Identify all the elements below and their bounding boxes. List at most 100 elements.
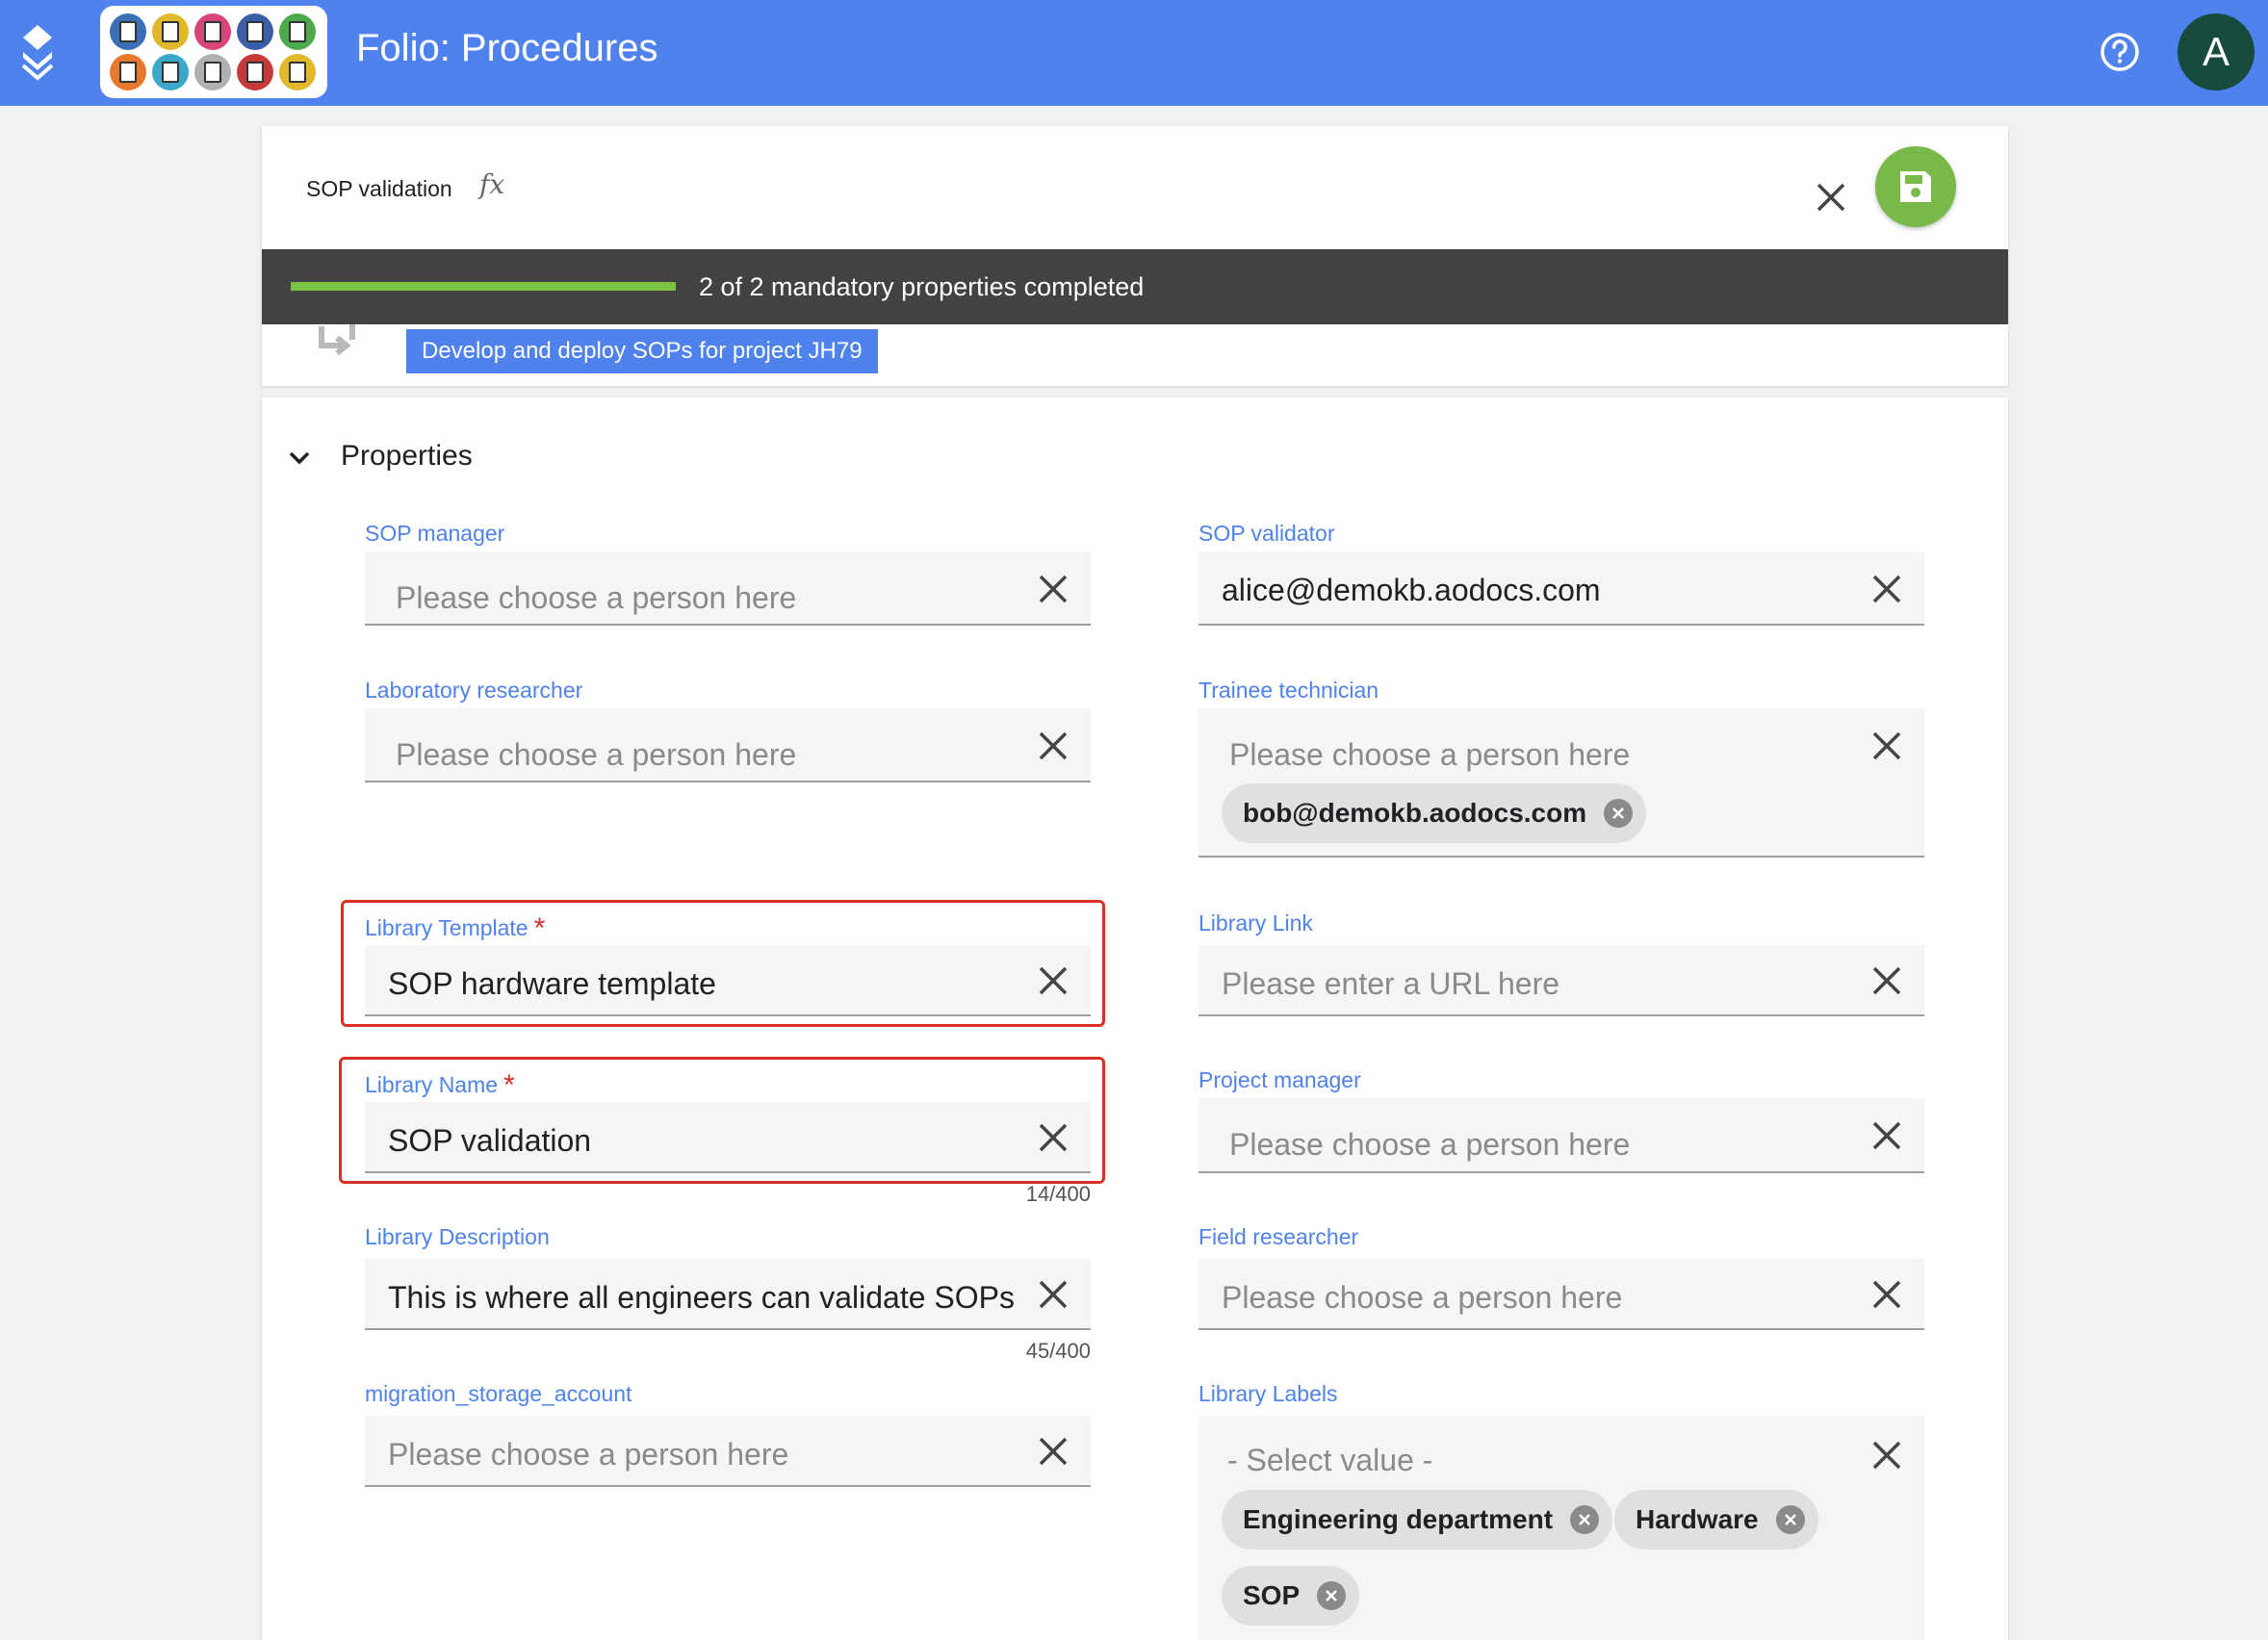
workflow-icon — [319, 324, 355, 356]
properties-card: Properties SOP manager Please choose a p… — [262, 397, 2008, 1640]
library-tile-icon — [110, 54, 146, 90]
person-input[interactable]: Please choose a person here — [1198, 1259, 1924, 1330]
field-label: SOP manager — [365, 521, 505, 546]
field-label: Library Description — [365, 1224, 550, 1249]
required-marker: * — [533, 912, 546, 944]
clear-icon[interactable] — [1870, 1119, 1903, 1152]
chip-label: bob@demokb.aodocs.com — [1243, 798, 1587, 828]
library-tile-icon — [279, 13, 316, 50]
workflow-badge[interactable]: Develop and deploy SOPs for project JH79 — [406, 329, 878, 373]
library-name-field: Library Name * SOP validation 14/400 — [365, 1067, 1091, 1206]
laboratory-researcher-field: Laboratory researcher Please choose a pe… — [365, 678, 1091, 793]
clear-icon[interactable] — [1037, 964, 1070, 997]
field-label: Trainee technician — [1198, 678, 1379, 703]
clear-icon[interactable] — [1870, 730, 1903, 762]
label-chip[interactable]: SOP — [1222, 1566, 1360, 1626]
person-input[interactable]: alice@demokb.aodocs.com — [1198, 551, 1924, 626]
library-template-field: Library Template * SOP hardware template — [365, 910, 1091, 1026]
person-input[interactable]: Please choose a person here — [365, 708, 1091, 782]
char-counter: 14/400 — [1025, 1182, 1091, 1206]
clear-icon[interactable] — [1037, 1435, 1070, 1468]
input-placeholder: Please choose a person here — [396, 580, 797, 615]
clear-icon[interactable] — [1870, 1439, 1903, 1472]
clear-icon[interactable] — [1037, 1278, 1070, 1311]
help-icon[interactable] — [2099, 31, 2141, 73]
project-manager-field: Project manager Please choose a person h… — [1198, 1067, 1924, 1183]
progress-band: 2 of 2 mandatory properties completed — [262, 249, 2008, 324]
text-input[interactable]: SOP validation — [365, 1102, 1091, 1173]
save-icon — [1900, 171, 1931, 202]
label-text: Library Template — [365, 915, 528, 940]
required-marker: * — [503, 1069, 515, 1101]
label-chip[interactable]: Hardware — [1614, 1490, 1818, 1550]
input-value: SOP hardware template — [388, 966, 716, 1001]
url-input[interactable]: Please enter a URL here — [1198, 945, 1924, 1016]
input-placeholder: Please choose a person here — [1222, 1280, 1623, 1315]
library-tile-icon — [194, 13, 231, 50]
input-value: alice@demokb.aodocs.com — [1222, 573, 1601, 607]
labels-select[interactable]: - Select value - Engineering department … — [1198, 1416, 1924, 1640]
select-placeholder: - Select value - — [1227, 1443, 1433, 1477]
user-avatar[interactable]: A — [2178, 13, 2255, 90]
clear-icon[interactable] — [1037, 573, 1070, 605]
document-header-card: SOP validation fx 2 of 2 mandatory prope… — [262, 126, 2008, 386]
chip-remove-icon[interactable] — [1317, 1581, 1347, 1610]
field-label: SOP validator — [1198, 521, 1335, 546]
library-link-field: Library Link Please enter a URL here — [1198, 910, 1924, 1026]
sop-validator-field: SOP validator alice@demokb.aodocs.com — [1198, 521, 1924, 636]
library-tile-icon — [279, 54, 316, 90]
person-input[interactable]: Please choose a person here — [365, 1416, 1091, 1487]
library-logo[interactable] — [100, 6, 327, 98]
library-tile-icon — [152, 13, 189, 50]
progress-text: 2 of 2 mandatory properties completed — [699, 272, 1145, 301]
library-tile-icon — [152, 54, 189, 90]
field-label: Project manager — [1198, 1067, 1361, 1092]
field-researcher-field: Field researcher Please choose a person … — [1198, 1224, 1924, 1340]
field-label: migration_storage_account — [365, 1381, 632, 1406]
chip-label: SOP — [1243, 1580, 1301, 1610]
clear-icon[interactable] — [1037, 1121, 1070, 1154]
library-tile-icon — [194, 54, 231, 90]
chevron-down-icon[interactable] — [285, 444, 314, 473]
library-tile-icon — [237, 54, 273, 90]
library-labels-field: Library Labels - Select value - Engineer… — [1198, 1381, 1924, 1640]
trainee-technician-field: Trainee technician Please choose a perso… — [1198, 678, 1924, 860]
input-value: SOP validation — [388, 1123, 592, 1158]
library-description-field: Library Description This is where all en… — [365, 1224, 1091, 1363]
document-title: SOP validation — [306, 176, 452, 201]
save-button[interactable] — [1875, 146, 1956, 227]
chip-remove-icon[interactable] — [1775, 1505, 1805, 1534]
app-logo-icon[interactable] — [17, 23, 58, 81]
label-chip[interactable]: Engineering department — [1222, 1490, 1613, 1550]
input-placeholder: Please choose a person here — [1229, 737, 1631, 772]
input-placeholder: Please enter a URL here — [1222, 966, 1560, 1001]
input-placeholder: Please choose a person here — [388, 1437, 789, 1472]
person-chip[interactable]: bob@demokb.aodocs.com — [1222, 783, 1647, 843]
chip-label: Hardware — [1636, 1504, 1759, 1534]
clear-icon[interactable] — [1870, 573, 1903, 605]
clear-icon[interactable] — [1037, 730, 1070, 762]
chip-remove-icon[interactable] — [1570, 1505, 1600, 1534]
input-placeholder: Please choose a person here — [1229, 1127, 1631, 1162]
person-input[interactable]: Please choose a person here bob@demokb.a… — [1198, 708, 1924, 858]
chip-label: Engineering department — [1243, 1504, 1554, 1534]
progress-bar — [291, 282, 676, 291]
chip-remove-icon[interactable] — [1604, 799, 1634, 828]
char-counter: 45/400 — [1025, 1339, 1091, 1363]
person-input[interactable]: Please choose a person here — [365, 551, 1091, 626]
sop-manager-field: SOP manager Please choose a person here — [365, 521, 1091, 636]
person-input[interactable]: Please choose a person here — [1198, 1098, 1924, 1173]
library-tile-icon — [237, 13, 273, 50]
formula-icon[interactable]: fx — [479, 168, 504, 200]
label-text: Library Name — [365, 1072, 499, 1097]
text-input[interactable]: This is where all engineers can validate… — [365, 1259, 1091, 1330]
clear-icon[interactable] — [1870, 964, 1903, 997]
template-input[interactable]: SOP hardware template — [365, 945, 1091, 1016]
field-label: Laboratory researcher — [365, 678, 583, 703]
close-button[interactable] — [1800, 167, 1862, 228]
input-placeholder: Please choose a person here — [396, 737, 797, 772]
clear-icon[interactable] — [1870, 1278, 1903, 1311]
section-title: Properties — [341, 440, 473, 472]
field-label: Library Link — [1198, 910, 1313, 935]
input-value: This is where all engineers can validate… — [388, 1280, 1015, 1315]
